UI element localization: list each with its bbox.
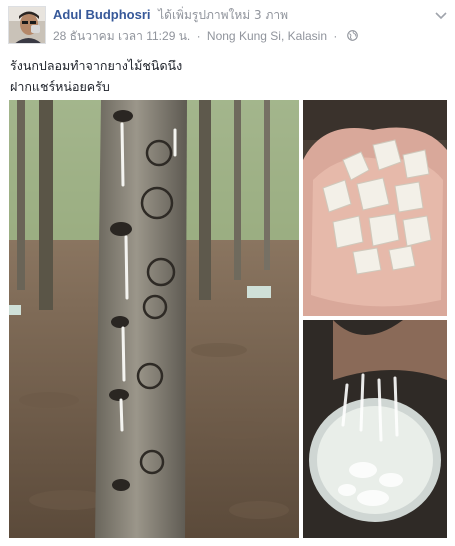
- caption-line: รังนกปลอมทำจากยางไม้ชนิดนึง: [10, 58, 183, 73]
- globe-icon[interactable]: [346, 29, 358, 45]
- avatar[interactable]: [8, 6, 46, 44]
- author-name[interactable]: Adul Budphosri: [53, 7, 151, 22]
- post-timestamp[interactable]: 28 ธันวาคม เวลา 11:29 น.: [53, 29, 190, 43]
- post-header: Adul Budphosri ได้เพิ่มรูปภาพใหม่ 3 ภาพ …: [8, 6, 448, 46]
- post-location[interactable]: Nong Kung Si, Kalasin: [207, 29, 327, 43]
- chevron-down-icon[interactable]: [434, 8, 448, 22]
- caption-line: ฝากแชร์หน่อยครับ: [10, 79, 110, 94]
- resin-crystals-in-hand-photo[interactable]: [303, 100, 447, 316]
- post-action-text: ได้เพิ่มรูปภาพใหม่ 3 ภาพ: [158, 8, 288, 22]
- post-caption: รังนกปลอมทำจากยางไม้ชนิดนึง ฝากแชร์หน่อย…: [10, 55, 440, 97]
- rubber-tree-tapping-photo[interactable]: [9, 100, 299, 538]
- separator-dot: ·: [333, 29, 338, 43]
- photo-grid: [9, 100, 447, 538]
- separator-dot: ·: [196, 29, 201, 43]
- resin-bowl-water-photo[interactable]: [303, 320, 447, 538]
